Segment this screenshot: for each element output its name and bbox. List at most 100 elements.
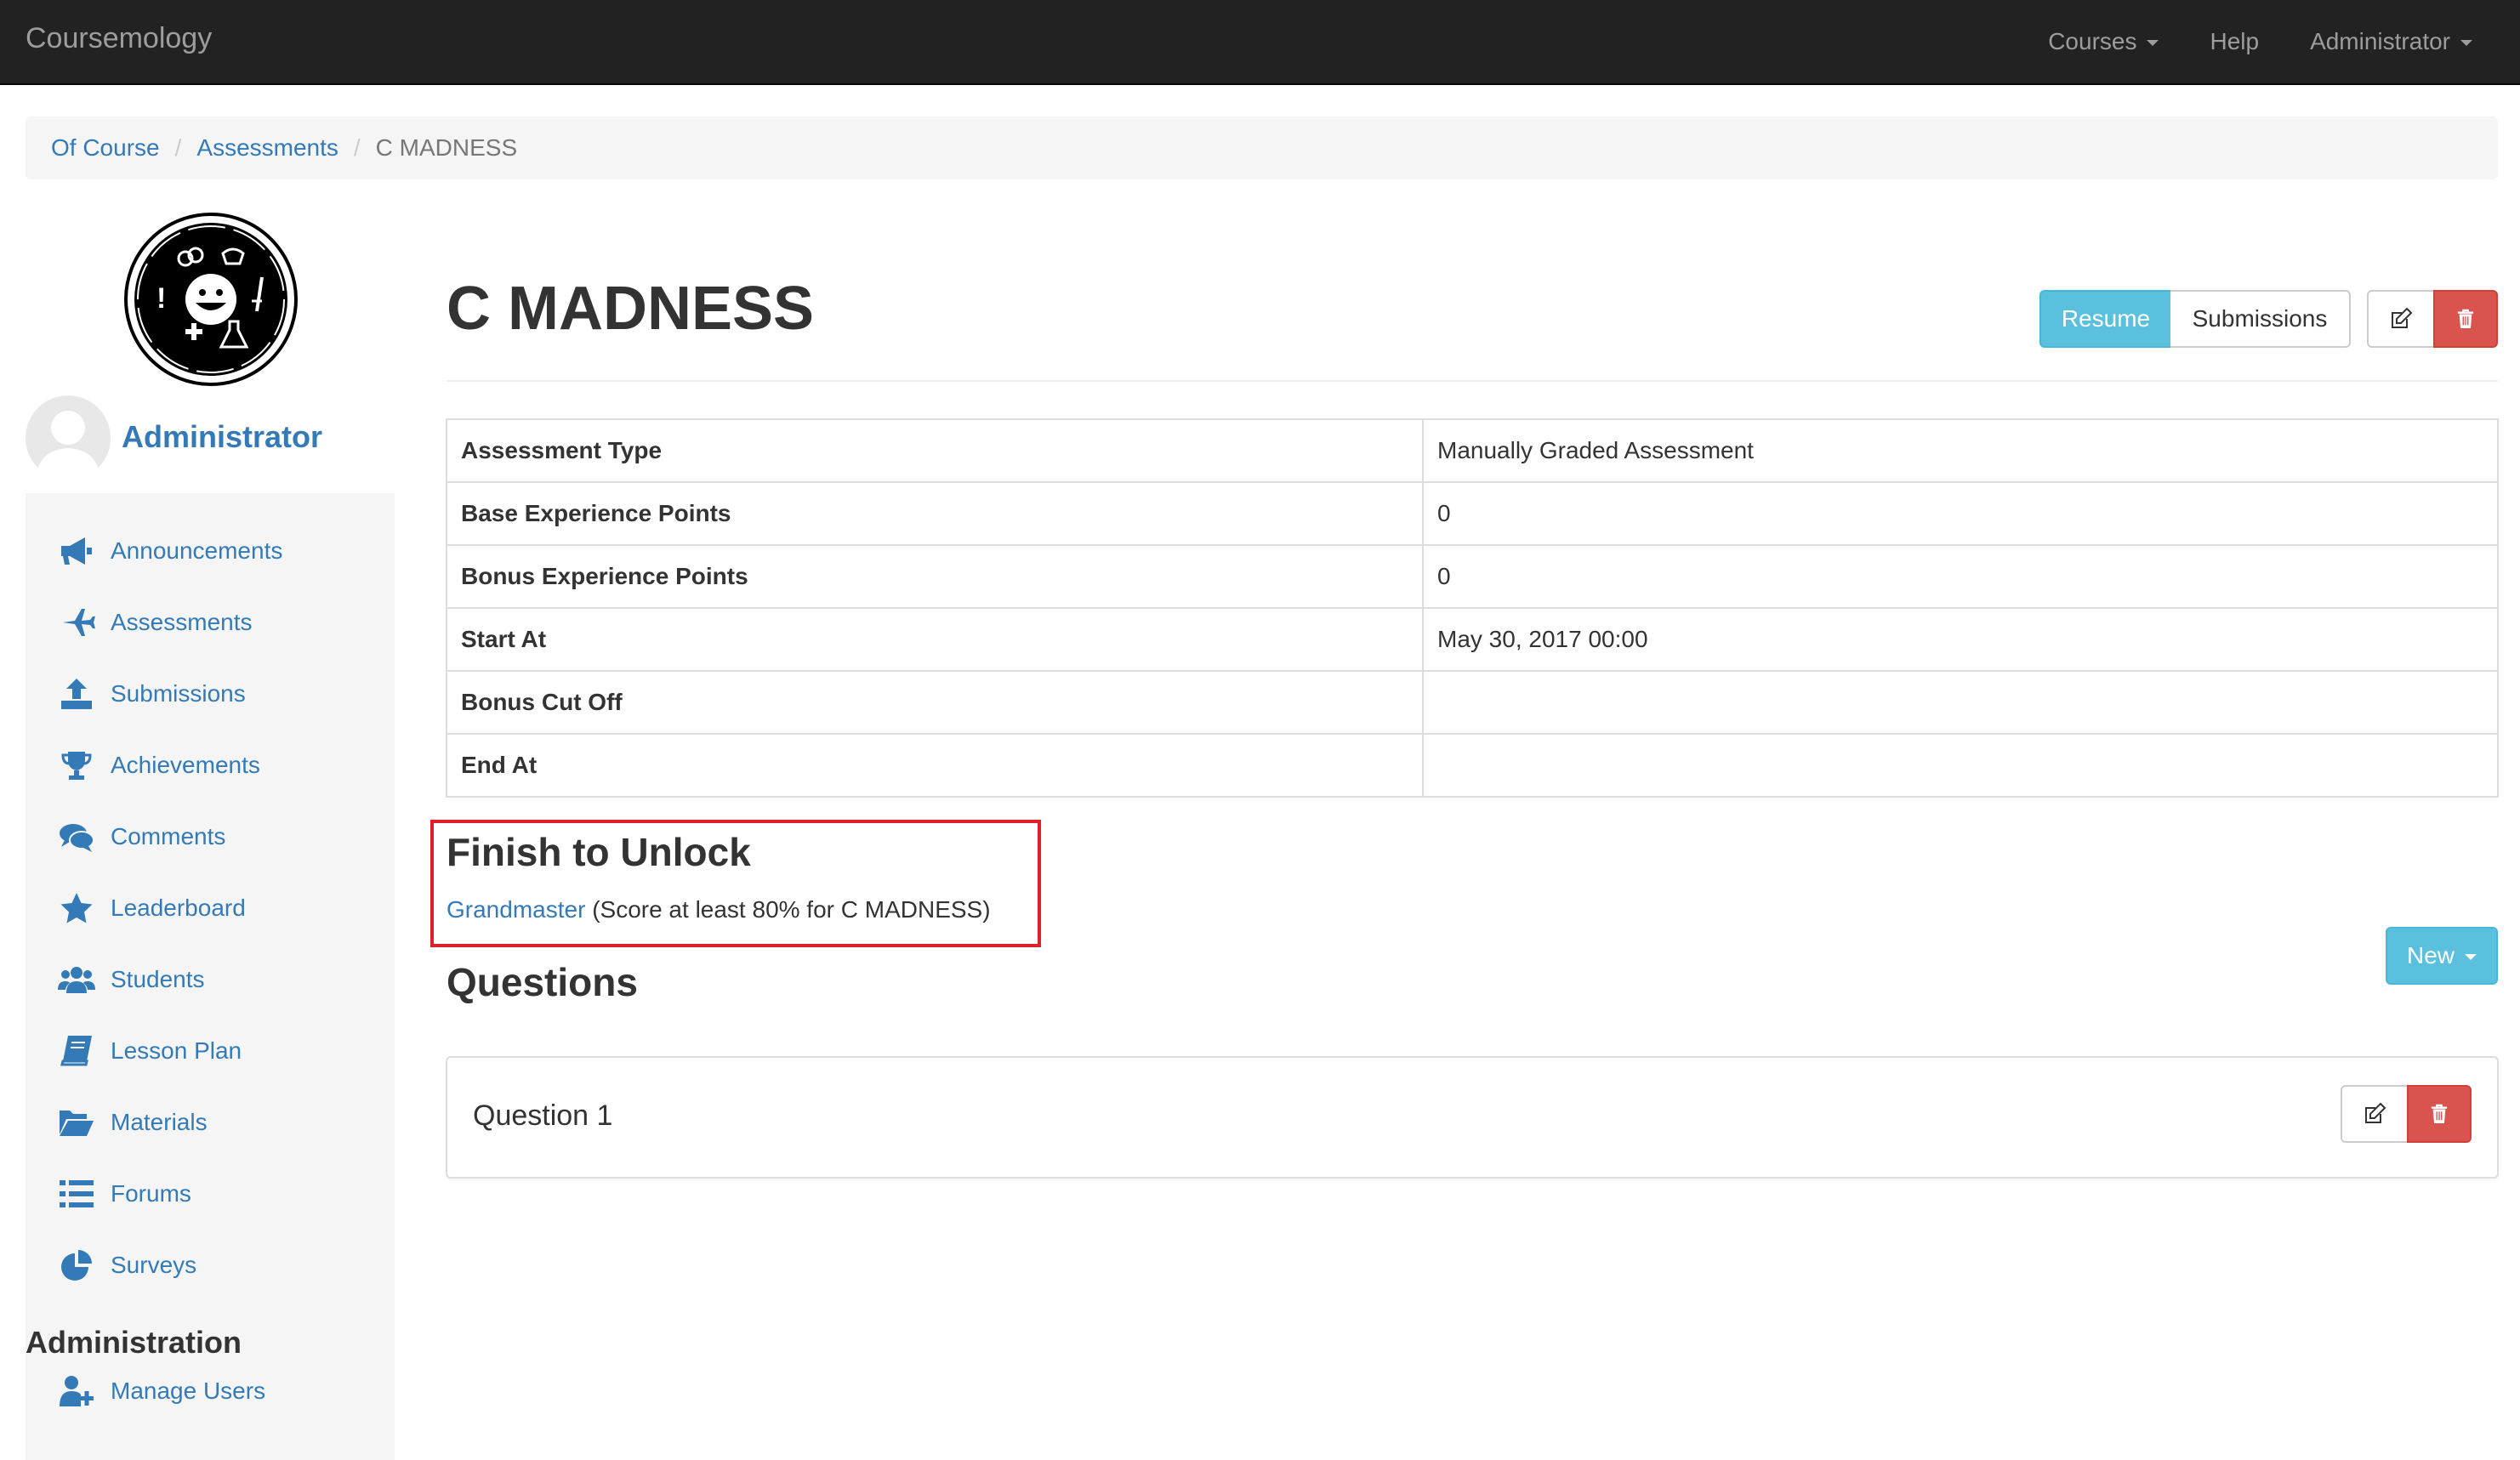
- detail-key: Base Experience Points: [446, 481, 1424, 546]
- top-navbar: Coursemology Courses Help Administrator: [0, 0, 2520, 85]
- brand-link[interactable]: Coursemology: [26, 22, 212, 55]
- administration-heading: Administration: [26, 1325, 242, 1360]
- sidebar-item-label: Achievements: [111, 752, 260, 778]
- sidebar-item-comments[interactable]: Comments: [58, 811, 225, 862]
- table-row: Bonus Cut Off: [446, 670, 2499, 735]
- detail-key: Assessment Type: [446, 418, 1424, 483]
- sidebar-item-assessments[interactable]: Assessments: [58, 597, 253, 648]
- sidebar-item-students[interactable]: Students: [58, 954, 205, 1005]
- delete-assessment-button[interactable]: [2433, 290, 2498, 348]
- star-icon: [60, 893, 93, 923]
- edit-question-button[interactable]: [2341, 1085, 2409, 1143]
- finish-to-unlock-heading: Finish to Unlock: [447, 830, 751, 874]
- page-title: C MADNESS: [447, 275, 815, 343]
- nav-help-link[interactable]: Help: [2210, 28, 2259, 55]
- trophy-icon: [61, 752, 92, 780]
- title-divider: [447, 380, 2498, 382]
- book-icon: [60, 1036, 92, 1066]
- sidebar-item-manage-users[interactable]: Manage Users: [58, 1366, 265, 1417]
- edit-icon: [2392, 307, 2413, 328]
- upload-icon: [61, 679, 92, 709]
- bullhorn-icon: [61, 537, 92, 565]
- folder-open-icon: [60, 1111, 94, 1136]
- sidebar-item-label: Surveys: [111, 1252, 197, 1278]
- sidebar-item-label: Students: [111, 966, 205, 992]
- assessment-details-table: Assessment Type Manually Graded Assessme…: [446, 418, 2499, 798]
- breadcrumb: Of Course / Assessments / C MADNESS: [26, 116, 2498, 179]
- detail-key: Bonus Experience Points: [446, 544, 1424, 609]
- sidebar-user-name[interactable]: Administrator: [122, 419, 322, 455]
- navbar-right: Courses Help Administrator: [2048, 0, 2520, 83]
- sidebar-item-label: Assessments: [111, 609, 253, 635]
- sidebar-item-leaderboard[interactable]: Leaderboard: [58, 883, 246, 934]
- resume-button[interactable]: Resume: [2039, 290, 2172, 348]
- nav-courses-label: Courses: [2048, 28, 2137, 54]
- breadcrumb-separator: /: [174, 134, 182, 161]
- caret-down-icon: [2465, 954, 2477, 960]
- detail-value: [1422, 733, 2499, 798]
- sidebar-item-forums[interactable]: Forums: [58, 1168, 191, 1219]
- achievement-link[interactable]: Grandmaster: [447, 896, 585, 923]
- question-panel: [446, 1056, 2499, 1179]
- trash-icon: [2431, 1104, 2448, 1123]
- new-question-button[interactable]: New: [2386, 927, 2498, 985]
- breadcrumb-separator: /: [353, 134, 361, 161]
- edit-assessment-button[interactable]: [2367, 290, 2435, 348]
- comments-icon: [60, 824, 94, 852]
- trash-icon: [2457, 309, 2474, 328]
- detail-value: 0: [1422, 481, 2499, 546]
- sidebar-item-lesson-plan[interactable]: Lesson Plan: [58, 1025, 242, 1077]
- breadcrumb-course-link[interactable]: Of Course: [51, 134, 160, 162]
- table-row: End At: [446, 733, 2499, 798]
- avatar[interactable]: [26, 395, 111, 480]
- nav-courses-dropdown[interactable]: Courses: [2048, 28, 2159, 55]
- delete-question-button[interactable]: [2407, 1085, 2472, 1143]
- detail-key: Start At: [446, 607, 1424, 672]
- caret-down-icon: [2460, 40, 2472, 46]
- sidebar-item-label: Comments: [111, 823, 226, 849]
- questions-heading: Questions: [447, 960, 638, 1004]
- course-logo[interactable]: !: [124, 213, 298, 386]
- edit-icon: [2365, 1102, 2386, 1123]
- detail-key: Bonus Cut Off: [446, 670, 1424, 735]
- plane-icon: [63, 609, 95, 636]
- breadcrumb-current: C MADNESS: [375, 134, 518, 161]
- caret-down-icon: [2147, 40, 2159, 46]
- breadcrumb-assessments-link[interactable]: Assessments: [196, 134, 338, 162]
- nav-help-label: Help: [2210, 28, 2260, 54]
- unlock-condition: Grandmaster (Score at least 80% for C MA…: [447, 896, 991, 923]
- detail-value: 0: [1422, 544, 2499, 609]
- sidebar-item-label: Forums: [111, 1180, 191, 1207]
- detail-value: Manually Graded Assessment: [1422, 418, 2499, 483]
- pie-chart-icon: [61, 1250, 92, 1281]
- user-plus-icon: [60, 1376, 94, 1406]
- nav-administrator-label: Administrator: [2310, 28, 2450, 54]
- table-row: Assessment Type Manually Graded Assessme…: [446, 418, 2499, 483]
- question-title[interactable]: Question 1: [473, 1099, 612, 1133]
- unlock-description: (Score at least 80% for C MADNESS): [592, 896, 991, 923]
- sidebar-item-label: Leaderboard: [111, 895, 246, 921]
- sidebar-item-label: Submissions: [111, 680, 246, 707]
- table-row: Bonus Experience Points 0: [446, 544, 2499, 609]
- submissions-button[interactable]: Submissions: [2170, 290, 2351, 348]
- table-row: Base Experience Points 0: [446, 481, 2499, 546]
- svg-text:!: !: [156, 282, 166, 315]
- sidebar-item-label: Lesson Plan: [111, 1037, 242, 1064]
- sidebar: Announcements Assessments Submissions Ac…: [26, 493, 395, 1460]
- sidebar-item-label: Announcements: [111, 537, 283, 564]
- detail-value: May 30, 2017 00:00: [1422, 607, 2499, 672]
- new-question-label: New: [2406, 942, 2455, 969]
- sidebar-item-label: Materials: [111, 1109, 208, 1135]
- detail-value: [1422, 670, 2499, 735]
- table-row: Start At May 30, 2017 00:00: [446, 607, 2499, 672]
- sidebar-item-achievements[interactable]: Achievements: [58, 740, 260, 791]
- users-icon: [58, 967, 95, 993]
- sidebar-item-label: Manage Users: [111, 1378, 266, 1404]
- user-silhouette-icon: [36, 411, 100, 480]
- sidebar-item-materials[interactable]: Materials: [58, 1097, 208, 1148]
- nav-administrator-dropdown[interactable]: Administrator: [2310, 28, 2472, 55]
- sidebar-item-surveys[interactable]: Surveys: [58, 1240, 196, 1291]
- list-icon: [60, 1180, 94, 1207]
- sidebar-item-submissions[interactable]: Submissions: [58, 668, 246, 719]
- sidebar-item-announcements[interactable]: Announcements: [58, 525, 282, 577]
